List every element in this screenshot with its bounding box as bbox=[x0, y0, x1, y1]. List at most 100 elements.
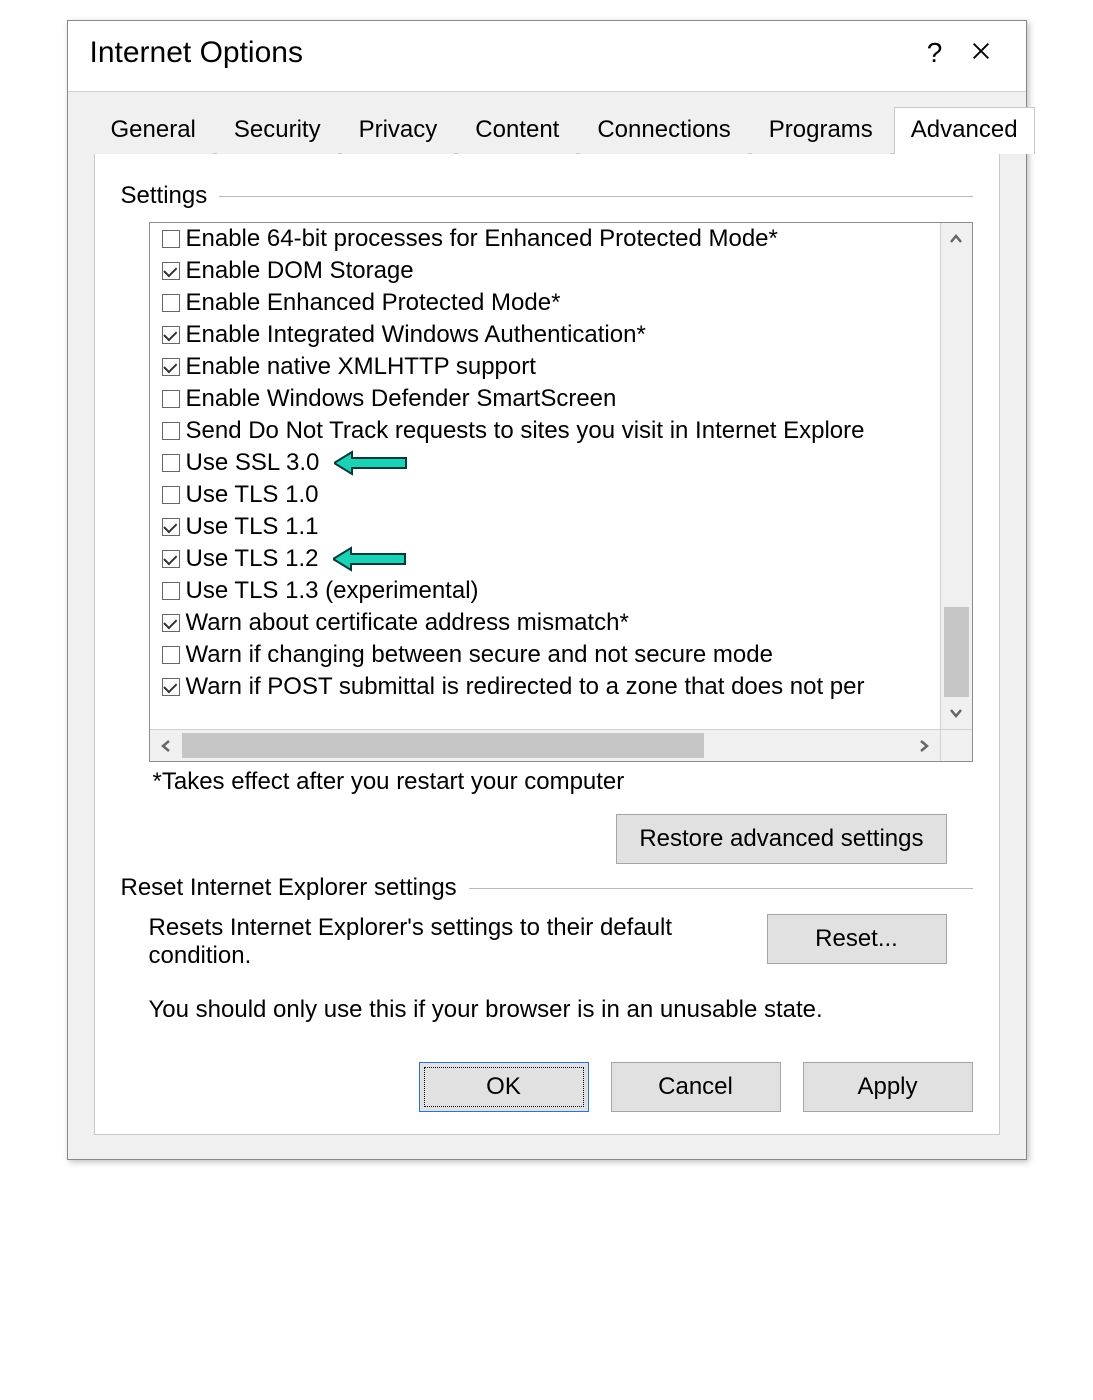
apply-button[interactable]: Apply bbox=[803, 1062, 973, 1112]
settings-item[interactable]: Enable Enhanced Protected Mode* bbox=[156, 287, 940, 319]
settings-item-label: Enable 64-bit processes for Enhanced Pro… bbox=[186, 225, 778, 253]
checkbox-icon[interactable] bbox=[162, 614, 180, 632]
tab-content[interactable]: Content bbox=[458, 107, 576, 154]
settings-item[interactable]: Enable 64-bit processes for Enhanced Pro… bbox=[156, 223, 940, 255]
tab-connections[interactable]: Connections bbox=[580, 107, 747, 154]
reset-note: You should only use this if your browser… bbox=[149, 996, 973, 1024]
horizontal-scroll-track[interactable] bbox=[182, 730, 908, 761]
settings-item-label: Use TLS 1.0 bbox=[186, 481, 319, 509]
scroll-left-arrow-icon[interactable] bbox=[150, 730, 182, 762]
settings-item[interactable]: Warn about certificate address mismatch* bbox=[156, 607, 940, 639]
checkbox-icon[interactable] bbox=[162, 486, 180, 504]
tab-label: General bbox=[111, 116, 196, 143]
reset-group-header: Reset Internet Explorer settings bbox=[121, 874, 973, 902]
settings-item-label: Use TLS 1.1 bbox=[186, 513, 319, 541]
restore-advanced-settings-button[interactable]: Restore advanced settings bbox=[616, 814, 946, 864]
tab-panel-advanced: Settings Enable 64-bit processes for Enh… bbox=[94, 154, 1000, 1135]
settings-item-label: Enable native XMLHTTP support bbox=[186, 353, 536, 381]
tab-label: Privacy bbox=[359, 116, 438, 143]
reset-group: Reset Internet Explorer settings Resets … bbox=[121, 874, 973, 1024]
reset-description: Resets Internet Explorer's settings to t… bbox=[149, 914, 741, 970]
tab-general[interactable]: General bbox=[94, 107, 213, 154]
settings-list[interactable]: Enable 64-bit processes for Enhanced Pro… bbox=[149, 222, 973, 762]
scroll-right-arrow-icon[interactable] bbox=[908, 730, 940, 762]
tab-label: Security bbox=[234, 116, 321, 143]
close-icon bbox=[970, 37, 992, 69]
dialog-title: Internet Options bbox=[90, 36, 912, 70]
tab-advanced[interactable]: Advanced bbox=[894, 107, 1035, 154]
checkbox-icon[interactable] bbox=[162, 358, 180, 376]
settings-item-label: Send Do Not Track requests to sites you … bbox=[186, 417, 865, 445]
checkbox-icon[interactable] bbox=[162, 582, 180, 600]
checkbox-icon[interactable] bbox=[162, 294, 180, 312]
settings-group-label: Settings bbox=[121, 182, 208, 210]
settings-item[interactable]: Use TLS 1.2 bbox=[156, 543, 940, 575]
settings-item-label: Use TLS 1.2 bbox=[186, 545, 319, 573]
checkbox-icon[interactable] bbox=[162, 550, 180, 568]
tab-label: Content bbox=[475, 116, 559, 143]
header-rule bbox=[469, 888, 973, 889]
checkbox-icon[interactable] bbox=[162, 262, 180, 280]
settings-item[interactable]: Use TLS 1.1 bbox=[156, 511, 940, 543]
settings-item[interactable]: Enable DOM Storage bbox=[156, 255, 940, 287]
checkbox-icon[interactable] bbox=[162, 454, 180, 472]
horizontal-scroll-thumb[interactable] bbox=[182, 733, 705, 758]
dialog-button-bar: OK Cancel Apply bbox=[419, 1062, 973, 1112]
dialog-content: General Security Privacy Content Connections… bbox=[68, 92, 1026, 1159]
settings-item[interactable]: Warn if changing between secure and not … bbox=[156, 639, 940, 671]
settings-item-label: Enable Windows Defender SmartScreen bbox=[186, 385, 617, 413]
scroll-up-arrow-icon[interactable] bbox=[941, 223, 972, 255]
settings-item-label: Use SSL 3.0 bbox=[186, 449, 320, 477]
vertical-scrollbar[interactable] bbox=[940, 223, 972, 729]
tab-security[interactable]: Security bbox=[217, 107, 338, 154]
scrollbar-corner bbox=[940, 729, 972, 761]
tab-label: Programs bbox=[769, 116, 873, 143]
settings-item-label: Use TLS 1.3 (experimental) bbox=[186, 577, 479, 605]
settings-item[interactable]: Enable Windows Defender SmartScreen bbox=[156, 383, 940, 415]
checkbox-icon[interactable] bbox=[162, 230, 180, 248]
tab-strip: General Security Privacy Content Connections… bbox=[94, 106, 1000, 154]
scroll-down-arrow-icon[interactable] bbox=[941, 697, 972, 729]
internet-options-dialog: Internet Options ? General Security Privac… bbox=[67, 20, 1027, 1160]
tab-programs[interactable]: Programs bbox=[752, 107, 890, 154]
reset-group-label: Reset Internet Explorer settings bbox=[121, 874, 457, 902]
header-rule bbox=[219, 196, 972, 197]
vertical-scroll-track[interactable] bbox=[941, 255, 972, 697]
horizontal-scrollbar[interactable] bbox=[150, 729, 940, 761]
tab-label: Advanced bbox=[911, 116, 1018, 143]
close-button[interactable] bbox=[958, 33, 1004, 73]
question-icon: ? bbox=[927, 37, 943, 69]
cancel-button[interactable]: Cancel bbox=[611, 1062, 781, 1112]
checkbox-icon[interactable] bbox=[162, 518, 180, 536]
titlebar: Internet Options ? bbox=[68, 21, 1026, 92]
checkbox-icon[interactable] bbox=[162, 646, 180, 664]
tab-label: Connections bbox=[597, 116, 730, 143]
ok-button[interactable]: OK bbox=[419, 1062, 589, 1112]
checkbox-icon[interactable] bbox=[162, 326, 180, 344]
settings-item[interactable]: Send Do Not Track requests to sites you … bbox=[156, 415, 940, 447]
settings-group-header: Settings bbox=[121, 182, 973, 210]
settings-item-label: Warn if changing between secure and not … bbox=[186, 641, 773, 669]
restart-note: *Takes effect after you restart your com… bbox=[149, 762, 973, 796]
reset-block: Resets Internet Explorer's settings to t… bbox=[149, 914, 973, 970]
settings-item[interactable]: Use SSL 3.0 bbox=[156, 447, 940, 479]
vertical-scroll-thumb[interactable] bbox=[944, 607, 969, 697]
settings-item[interactable]: Use TLS 1.0 bbox=[156, 479, 940, 511]
settings-item[interactable]: Use TLS 1.3 (experimental) bbox=[156, 575, 940, 607]
tab-privacy[interactable]: Privacy bbox=[342, 107, 455, 154]
help-button[interactable]: ? bbox=[912, 33, 958, 73]
checkbox-icon[interactable] bbox=[162, 422, 180, 440]
checkbox-icon[interactable] bbox=[162, 678, 180, 696]
settings-item[interactable]: Enable Integrated Windows Authentication… bbox=[156, 319, 940, 351]
checkbox-icon[interactable] bbox=[162, 390, 180, 408]
settings-list-inner: Enable 64-bit processes for Enhanced Pro… bbox=[156, 223, 940, 729]
settings-item-label: Warn if POST submittal is redirected to … bbox=[186, 673, 865, 701]
settings-item[interactable]: Enable native XMLHTTP support bbox=[156, 351, 940, 383]
settings-item-label: Warn about certificate address mismatch* bbox=[186, 609, 629, 637]
settings-item-label: Enable DOM Storage bbox=[186, 257, 414, 285]
settings-item[interactable]: Warn if POST submittal is redirected to … bbox=[156, 671, 940, 703]
reset-button[interactable]: Reset... bbox=[767, 914, 947, 964]
settings-item-label: Enable Integrated Windows Authentication… bbox=[186, 321, 646, 349]
restore-row: Restore advanced settings bbox=[121, 814, 947, 864]
settings-item-label: Enable Enhanced Protected Mode* bbox=[186, 289, 561, 317]
